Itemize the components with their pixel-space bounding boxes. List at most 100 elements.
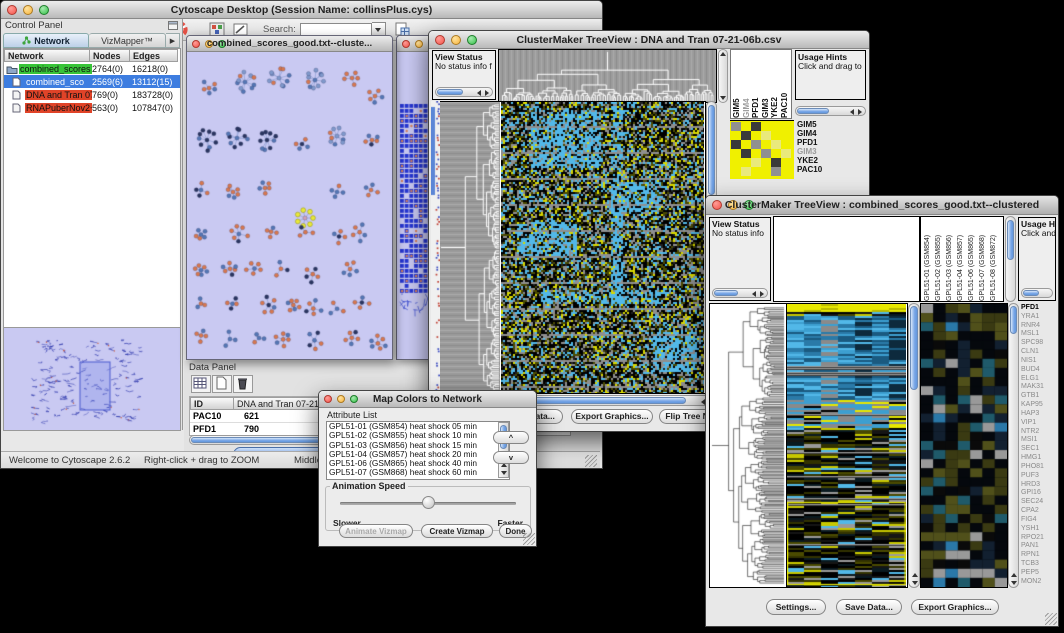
gene-list-item[interactable]: VIP1 (1021, 419, 1057, 428)
column-label[interactable]: PAC10 (781, 54, 791, 118)
attribute-list-item[interactable]: GPL51-06 (GSM865) heat shock 40 min (327, 459, 509, 468)
mini-heatmap-cell[interactable] (751, 140, 761, 149)
network-list-row[interactable]: DNA and Tran 07769(0)183728(0) (4, 88, 180, 101)
delete-attribute-icon[interactable] (233, 375, 253, 393)
gene-list-item[interactable]: GPI16 (1021, 489, 1057, 498)
minimize-button[interactable] (415, 40, 423, 48)
mini-heatmap-cell[interactable] (771, 158, 781, 167)
gene-list-item[interactable]: RNR4 (1021, 322, 1057, 331)
row-dendrogram-panel[interactable] (709, 303, 787, 588)
mini-heatmap-cell[interactable] (771, 140, 781, 149)
gene-list-item[interactable]: MAK31 (1021, 383, 1057, 392)
column-label[interactable]: GPL51-08 (GSM872) (990, 219, 1001, 301)
attribute-list-item[interactable]: GPL51-03 (GSM856) heat shock 15 min (327, 441, 509, 450)
resize-grip[interactable] (1045, 613, 1057, 625)
speed-slider-thumb[interactable] (422, 496, 435, 509)
zoom-heatmap-panel[interactable] (920, 303, 1008, 588)
mini-heatmap-cell[interactable] (771, 167, 781, 176)
view-status-hscrollbar[interactable] (435, 87, 493, 97)
heatmap-panel[interactable] (787, 303, 908, 588)
network-list-row[interactable]: RNAPuberNov2+563(0)107847(0) (4, 101, 180, 114)
treeview1-titlebar[interactable]: ClusterMaker TreeView : DNA and Tran 07-… (429, 31, 869, 49)
gene-list-item[interactable]: TCB3 (1021, 560, 1057, 569)
main-titlebar[interactable]: Cytoscape Desktop (Session Name: collins… (1, 1, 602, 19)
mini-heatmap-cell[interactable] (741, 122, 751, 131)
gene-list-item[interactable]: GTB1 (1021, 392, 1057, 401)
gene-list-item[interactable]: HMG1 (1021, 454, 1057, 463)
network-column-header[interactable]: Nodes (90, 49, 130, 62)
mini-heatmap-cell[interactable] (741, 158, 751, 167)
attribute-list-item[interactable]: GPL51-04 (GSM857) heat shock 20 min (327, 450, 509, 459)
heatmap-panel[interactable] (501, 101, 706, 394)
mini-heatmap-cell[interactable] (761, 167, 771, 176)
gene-list-item[interactable]: PHO81 (1021, 463, 1057, 472)
mini-heatmap-cell[interactable] (751, 122, 761, 131)
gene-list-item[interactable]: NTR2 (1021, 428, 1057, 437)
gene-list-item[interactable]: NIS1 (1021, 357, 1057, 366)
tab-vizmapper[interactable]: VizMapper™ (89, 33, 166, 48)
column-label[interactable]: GIM4 (743, 54, 753, 118)
attribute-list-item[interactable]: GPL51-07 (GSM868) heat shock 60 min (327, 468, 509, 477)
gene-list-item[interactable]: SEC24 (1021, 498, 1057, 507)
tab-overflow-button[interactable]: ▶ (166, 33, 180, 48)
row-label[interactable]: PFD1 (797, 138, 863, 147)
new-attribute-icon[interactable] (212, 375, 232, 393)
column-label[interactable]: GPL51-06 (GSM865) (968, 219, 979, 301)
close-button[interactable] (402, 40, 410, 48)
mini-heatmap-cell[interactable] (771, 131, 781, 140)
mini-heatmap-cell[interactable] (761, 140, 771, 149)
network-column-header[interactable]: Network (4, 49, 90, 62)
gene-list-item[interactable]: HAP3 (1021, 410, 1057, 419)
row-dendrogram-panel[interactable] (440, 101, 502, 394)
column-label[interactable]: GPL51-03 (GSM856) (946, 219, 957, 301)
animate-vizmap-button[interactable]: Animate Vizmap (339, 524, 413, 538)
network-column-header[interactable]: Edges (130, 49, 178, 62)
mini-heatmap-cell[interactable] (731, 140, 741, 149)
network-list-row[interactable]: combined_sco2569(6)13112(15) (4, 75, 180, 88)
gene-list-item[interactable]: ELG1 (1021, 375, 1057, 384)
resize-grip[interactable] (523, 533, 535, 545)
gene-list-item[interactable]: FIG4 (1021, 516, 1057, 525)
mini-heatmap-cell[interactable] (741, 131, 751, 140)
usage-hints-hscrollbar[interactable] (795, 106, 866, 116)
gene-list-item[interactable]: MSL1 (1021, 330, 1057, 339)
mini-heatmap-cell[interactable] (761, 149, 771, 158)
gene-list-item[interactable]: PAN1 (1021, 542, 1057, 551)
gene-list-item[interactable]: BUD4 (1021, 366, 1057, 375)
mini-heatmap-cell[interactable] (731, 122, 741, 131)
gene-list-item[interactable]: YSH1 (1021, 525, 1057, 534)
attribute-list-item[interactable]: GPL51-02 (GSM855) heat shock 10 min (327, 431, 509, 440)
mini-heatmap-cell[interactable] (781, 131, 791, 140)
create-vizmap-button[interactable]: Create Vizmap (421, 524, 493, 538)
row-label[interactable]: GIM3 (797, 147, 863, 156)
zoom-vscrollbar[interactable] (1008, 303, 1019, 588)
row-label[interactable]: GIM4 (797, 129, 863, 138)
column-tree-panel[interactable] (773, 216, 920, 302)
mini-heatmap-cell[interactable] (731, 131, 741, 140)
treeview2-titlebar[interactable]: ClusterMaker TreeView : combined_scores_… (706, 196, 1058, 215)
mini-heatmap-cell[interactable] (781, 167, 791, 176)
resize-grip[interactable] (585, 455, 597, 467)
gene-list-item[interactable]: RPO21 (1021, 534, 1057, 543)
mini-heatmap-cell[interactable] (761, 131, 771, 140)
row-label[interactable]: GIM5 (797, 120, 863, 129)
mini-heatmap-cell[interactable] (731, 167, 741, 176)
gene-list-item[interactable]: PEP5 (1021, 569, 1057, 578)
mini-heatmap-cell[interactable] (731, 149, 741, 158)
gene-list-item[interactable]: SEC1 (1021, 445, 1057, 454)
row-label[interactable]: PAC10 (797, 165, 863, 174)
export-graphics-button[interactable]: Export Graphics... (571, 409, 653, 424)
network-list-row[interactable]: combined_scores2764(0)16218(0) (4, 62, 180, 75)
mini-heatmap-cell[interactable] (741, 167, 751, 176)
mini-heatmap-cell[interactable] (781, 122, 791, 131)
mini-heatmap-cell[interactable] (741, 149, 751, 158)
gene-list-item[interactable]: CLN1 (1021, 348, 1057, 357)
save-data-button[interactable]: Save Data... (836, 599, 902, 615)
network-overview-panel[interactable] (3, 327, 181, 431)
mini-heatmap-cell[interactable] (731, 158, 741, 167)
column-label[interactable]: GPL51-01 (GSM854) (924, 219, 935, 301)
mini-heatmap-cell[interactable] (771, 122, 781, 131)
column-label[interactable]: GIM5 (733, 54, 743, 118)
view-status-hscrollbar[interactable] (712, 288, 768, 298)
move-down-button[interactable]: v (493, 451, 529, 464)
